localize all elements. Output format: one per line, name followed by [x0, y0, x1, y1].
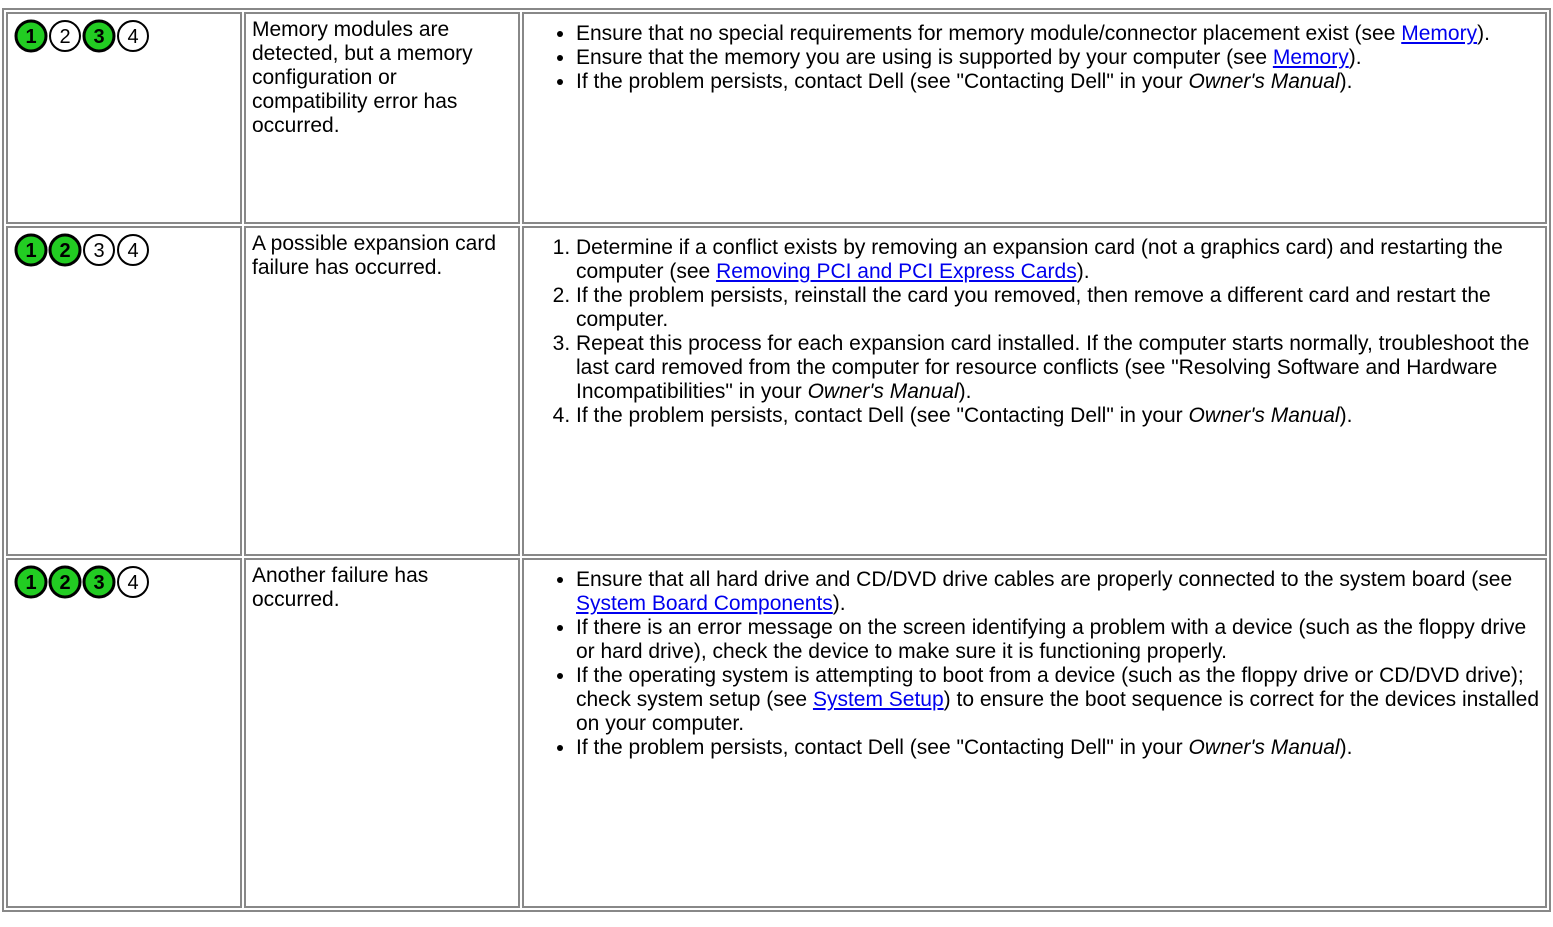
diagnostic-lights-cell: 1 2 3 4 [6, 226, 242, 556]
item-text: If the problem persists, contact Dell (s… [576, 404, 1189, 427]
item-text: Ensure that all hard drive and CD/DVD dr… [576, 568, 1513, 591]
list-item: If there is an error message on the scre… [576, 616, 1539, 664]
diagnostic-light-number: 3 [93, 26, 104, 48]
item-text: Ensure that no special requirements for … [576, 22, 1402, 45]
cross-reference-link[interactable]: Removing PCI and PCI Express Cards [716, 260, 1077, 283]
item-text: Ensure that the memory you are using is … [576, 46, 1273, 69]
diagnostic-light-3-on-icon: 3 [82, 19, 116, 53]
diagnostic-light-1-on-icon: 1 [14, 565, 48, 599]
diagnostic-lights-svg: 1 2 3 4 [14, 19, 149, 53]
table-row: 1 2 3 4 Memory modules are detected, but a … [6, 12, 1547, 224]
table-row: 1 2 3 4 A possible expansion card failure h… [6, 226, 1547, 556]
list-item: Ensure that the memory you are using is … [576, 46, 1539, 70]
diagnostic-light-2-off-icon: 2 [49, 20, 81, 52]
item-text: ). [958, 380, 972, 403]
diagnostic-light-3-off-icon: 3 [83, 234, 115, 266]
item-text: If the problem persists, contact Dell (s… [576, 736, 1189, 759]
item-text: If the problem persists, reinstall the c… [576, 284, 1491, 331]
diagnostic-light-number: 2 [59, 572, 70, 594]
list-item: Ensure that no special requirements for … [576, 22, 1539, 46]
diagnostic-light-number: 4 [127, 240, 138, 262]
diagnostic-lights-svg: 1 2 3 4 [14, 233, 149, 267]
diagnostic-light-number: 3 [93, 572, 104, 594]
manual-title: Owner's Manual [1188, 404, 1340, 427]
diagnostic-lights-cell: 1 2 3 4 [6, 12, 242, 224]
problem-description: Another failure has occurred. [244, 558, 520, 908]
cross-reference-link[interactable]: System Board Components [576, 592, 833, 615]
cross-reference-link[interactable]: System Setup [813, 688, 944, 711]
diagnostic-light-4-off-icon: 4 [117, 20, 149, 52]
item-text: If there is an error message on the scre… [576, 616, 1527, 663]
list-item: Determine if a conflict exists by removi… [576, 236, 1539, 284]
diagnostic-light-1-on-icon: 1 [14, 19, 48, 53]
led-pattern-1: 1 2 3 4 [14, 18, 234, 54]
suggested-resolution: Ensure that no special requirements for … [522, 12, 1547, 224]
diagnostic-light-number: 4 [127, 26, 138, 48]
list-item: Ensure that all hard drive and CD/DVD dr… [576, 568, 1539, 616]
diagnostic-light-number: 1 [25, 240, 36, 262]
diagnostic-lights-cell: 1 2 3 4 [6, 558, 242, 908]
diagnostic-lights-table: 1 2 3 4 Memory modules are detected, but a … [2, 8, 1551, 912]
diagnostic-light-1-on-icon: 1 [14, 233, 48, 267]
item-text: Repeat this process for each expansion c… [576, 332, 1530, 403]
resolution-list: Ensure that all hard drive and CD/DVD dr… [530, 568, 1539, 760]
diagnostic-light-4-off-icon: 4 [117, 566, 149, 598]
diagnostic-light-number: 1 [25, 26, 36, 48]
diagnostic-light-number: 2 [59, 240, 70, 262]
diagnostic-light-number: 4 [127, 572, 138, 594]
diagnostic-light-2-on-icon: 2 [48, 565, 82, 599]
item-text: ). [1339, 70, 1353, 93]
cross-reference-link[interactable]: Memory [1401, 22, 1477, 45]
diagnostic-lights-svg: 1 2 3 4 [14, 565, 149, 599]
diagnostic-light-4-off-icon: 4 [117, 234, 149, 266]
resolution-list: Determine if a conflict exists by removi… [530, 236, 1539, 428]
cross-reference-link[interactable]: Memory [1273, 46, 1349, 69]
table-row: 1 2 3 4 Another failure has occurred. Ensur… [6, 558, 1547, 908]
diagnostic-light-number: 1 [25, 572, 36, 594]
diagnostic-light-3-on-icon: 3 [82, 565, 116, 599]
list-item: If the problem persists, contact Dell (s… [576, 70, 1539, 94]
manual-title: Owner's Manual [1188, 70, 1340, 93]
list-item: Repeat this process for each expansion c… [576, 332, 1539, 404]
manual-title: Owner's Manual [807, 380, 959, 403]
list-item: If the operating system is attempting to… [576, 664, 1539, 736]
list-item: If the problem persists, reinstall the c… [576, 284, 1539, 332]
manual-title: Owner's Manual [1188, 736, 1340, 759]
diagnostic-light-2-on-icon: 2 [48, 233, 82, 267]
led-pattern-3: 1 2 3 4 [14, 564, 234, 600]
item-text: ). [1076, 260, 1090, 283]
led-pattern-2: 1 2 3 4 [14, 232, 234, 268]
problem-description: Memory modules are detected, but a memor… [244, 12, 520, 224]
item-text: ). [1339, 736, 1353, 759]
item-text: ). [1477, 22, 1490, 45]
list-item: If the problem persists, contact Dell (s… [576, 736, 1539, 760]
diagnostic-light-number: 2 [59, 26, 70, 48]
suggested-resolution: Determine if a conflict exists by removi… [522, 226, 1547, 556]
list-item: If the problem persists, contact Dell (s… [576, 404, 1539, 428]
item-text: If the problem persists, contact Dell (s… [576, 70, 1189, 93]
problem-description: A possible expansion card failure has oc… [244, 226, 520, 556]
item-text: ). [832, 592, 846, 615]
item-text: ). [1348, 46, 1362, 69]
resolution-list: Ensure that no special requirements for … [530, 22, 1539, 94]
item-text: ). [1339, 404, 1353, 427]
suggested-resolution: Ensure that all hard drive and CD/DVD dr… [522, 558, 1547, 908]
diagnostic-light-number: 3 [93, 240, 104, 262]
